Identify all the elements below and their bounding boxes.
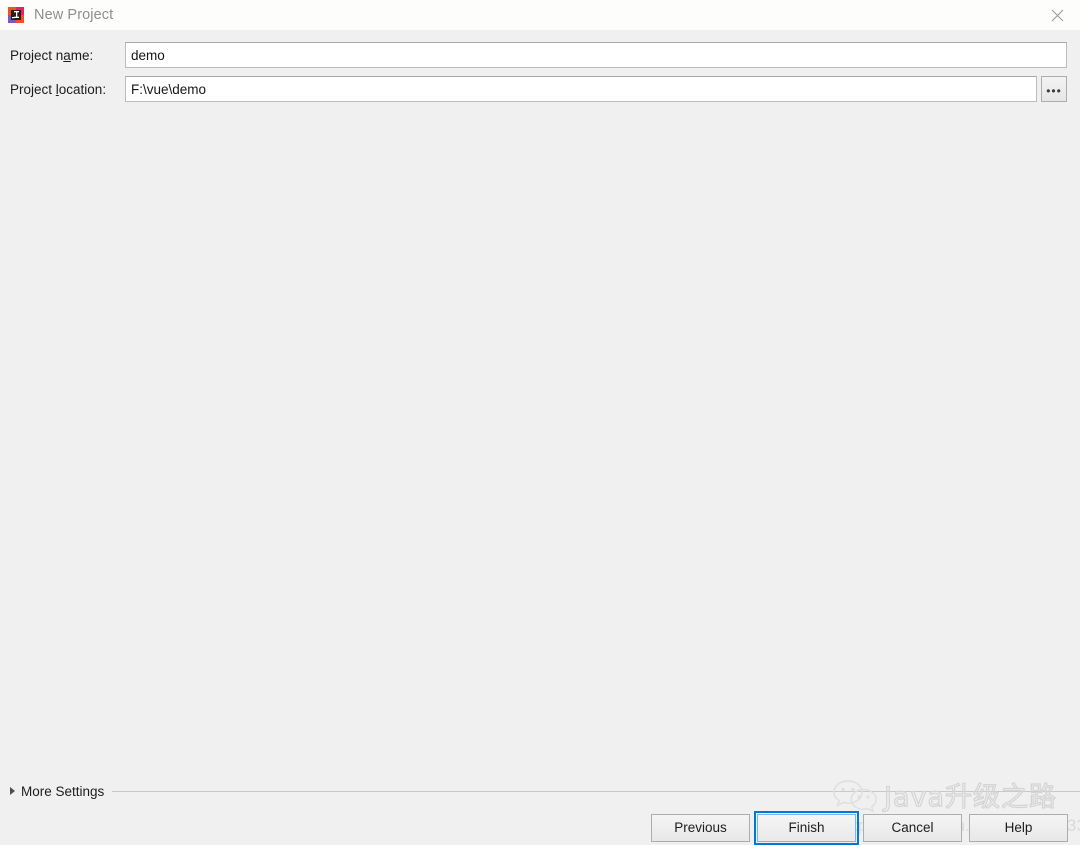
previous-button[interactable]: Previous bbox=[651, 813, 750, 842]
section-divider bbox=[112, 790, 1080, 792]
project-name-label: Project name: bbox=[10, 47, 94, 63]
title-bar: New Project bbox=[0, 0, 1080, 30]
more-settings-label: More Settings bbox=[21, 783, 105, 799]
help-button[interactable]: Help bbox=[969, 813, 1068, 842]
new-project-dialog: New Project Project name: demo Project l… bbox=[0, 0, 1080, 845]
project-name-row: Project name: demo bbox=[0, 42, 1080, 68]
cancel-button[interactable]: Cancel bbox=[863, 813, 962, 842]
finish-button[interactable]: Finish bbox=[754, 810, 859, 845]
project-location-input[interactable]: F:\vue\demo bbox=[125, 76, 1037, 102]
dialog-button-bar: Previous Finish Cancel Help bbox=[0, 810, 1080, 845]
chevron-right-icon bbox=[10, 787, 15, 795]
project-name-input[interactable]: demo bbox=[125, 42, 1067, 68]
more-settings-section[interactable]: More Settings bbox=[0, 780, 1080, 802]
intellij-idea-icon bbox=[8, 7, 24, 23]
project-location-row: Project location: F:\vue\demo ••• bbox=[0, 76, 1080, 102]
browse-folder-button[interactable]: ••• bbox=[1041, 76, 1067, 102]
project-location-label: Project location: bbox=[10, 81, 107, 97]
close-icon[interactable] bbox=[1034, 0, 1080, 30]
window-title: New Project bbox=[34, 7, 114, 23]
